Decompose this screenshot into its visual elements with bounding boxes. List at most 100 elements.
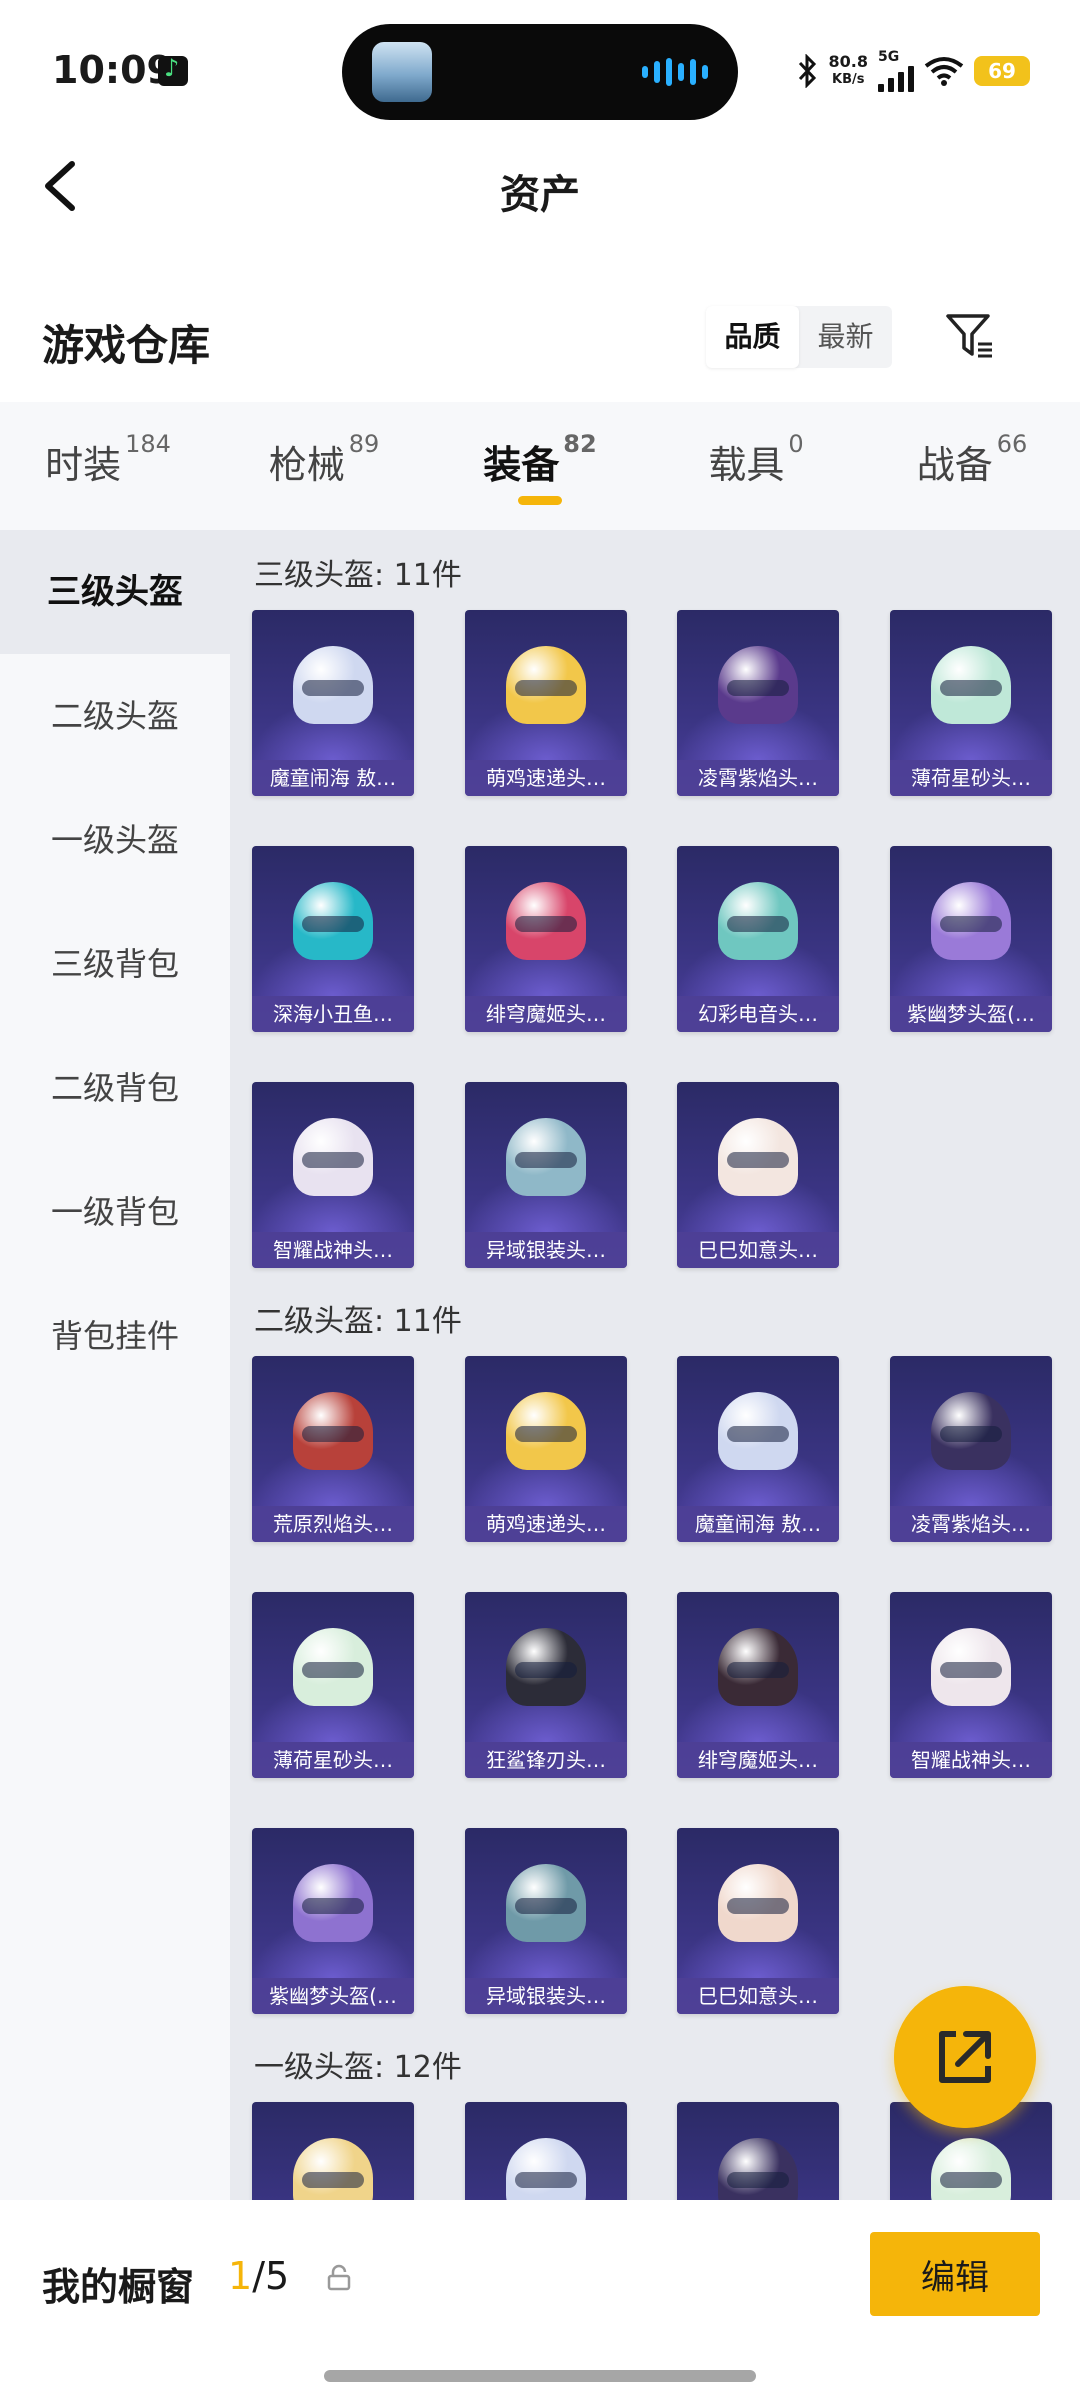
filter-icon[interactable] <box>944 310 996 362</box>
helmet-visor <box>302 916 364 932</box>
helmet-visor <box>302 1662 364 1678</box>
item-name: 巳巳如意头… <box>677 1978 839 2014</box>
item-card[interactable] <box>677 2102 839 2200</box>
item-name: 绯穹魔姬头… <box>677 1742 839 1778</box>
helmet-visor <box>515 1662 577 1678</box>
helmet-visor <box>727 1898 789 1914</box>
item-grid: 三级头盔: 11件 二级头盔: 11件 一级头盔: 12件 魔童闹海 敖… 萌鸡速… <box>230 530 1080 2200</box>
helmet-visor <box>940 2172 1002 2188</box>
helmet-icon <box>931 2138 1011 2200</box>
tab-equipment[interactable]: 装备 82 <box>432 402 648 530</box>
dynamic-island[interactable] <box>342 24 738 120</box>
helmet-visor <box>515 1426 577 1442</box>
lock-icon <box>327 2264 351 2291</box>
sort-toggle: 品质 最新 <box>706 306 892 368</box>
helmet-visor <box>727 916 789 932</box>
item-card[interactable]: 萌鸡速递头… <box>465 1356 627 1542</box>
tab-supplies[interactable]: 战备 66 <box>864 402 1080 530</box>
tab-weapons[interactable]: 枪械 89 <box>216 402 432 530</box>
helmet-visor <box>727 1426 789 1442</box>
helmet-icon <box>718 2138 798 2200</box>
showcase-count: 1/5 <box>228 2254 290 2298</box>
helmet-visor <box>515 1152 577 1168</box>
item-card[interactable] <box>252 2102 414 2200</box>
edit-button[interactable]: 编辑 <box>870 2232 1040 2316</box>
sidebar-item-level1-helmet[interactable]: 一级头盔 <box>0 778 230 902</box>
section-title: 二级头盔: 11件 <box>254 1304 462 1339</box>
item-name: 魔童闹海 敖… <box>677 1506 839 1542</box>
helmet-icon <box>293 2138 373 2200</box>
item-name: 萌鸡速递头… <box>465 1506 627 1542</box>
item-card[interactable] <box>465 2102 627 2200</box>
item-card[interactable]: 荒原烈焰头… <box>252 1356 414 1542</box>
item-name: 紫幽梦头盔(… <box>890 996 1052 1032</box>
sort-quality-button[interactable]: 品质 <box>706 306 799 368</box>
item-name: 异域银装头… <box>465 1232 627 1268</box>
sidebar-item-level3-backpack[interactable]: 三级背包 <box>0 902 230 1026</box>
item-card[interactable]: 巳巳如意头… <box>677 1828 839 2014</box>
helmet-visor <box>302 1898 364 1914</box>
helmet-visor <box>302 1152 364 1168</box>
item-name: 幻彩电音头… <box>677 996 839 1032</box>
sidebar-item-backpack-charm[interactable]: 背包挂件 <box>0 1274 230 1398</box>
helmet-visor <box>727 1152 789 1168</box>
item-card[interactable]: 魔童闹海 敖… <box>677 1356 839 1542</box>
status-icons: 80.8 KB/s 5G 69 <box>797 50 1030 92</box>
item-name: 魔童闹海 敖… <box>252 760 414 796</box>
item-card[interactable]: 深海小丑鱼… <box>252 846 414 1032</box>
item-card[interactable]: 魔童闹海 敖… <box>252 610 414 796</box>
item-card[interactable]: 巳巳如意头… <box>677 1082 839 1268</box>
sidebar-item-level1-backpack[interactable]: 一级背包 <box>0 1150 230 1274</box>
item-card[interactable]: 紫幽梦头盔(… <box>252 1828 414 2014</box>
item-name: 萌鸡速递头… <box>465 760 627 796</box>
tab-fashion[interactable]: 时装 184 <box>0 402 216 530</box>
helmet-visor <box>302 680 364 696</box>
item-card[interactable]: 绯穹魔姬头… <box>677 1592 839 1778</box>
sort-newest-button[interactable]: 最新 <box>799 306 892 368</box>
item-card[interactable]: 狂鲨锋刃头… <box>465 1592 627 1778</box>
item-card[interactable]: 智耀战神头… <box>252 1082 414 1268</box>
sidebar-item-level3-helmet[interactable]: 三级头盔 <box>0 530 230 654</box>
item-card[interactable]: 薄荷星砂头… <box>890 610 1052 796</box>
wifi-icon <box>924 57 964 86</box>
showcase-label: 我的橱窗 <box>42 2265 195 2309</box>
sidebar: 三级头盔 二级头盔 一级头盔 三级背包 二级背包 一级背包 背包挂件 <box>0 530 230 2200</box>
item-card[interactable]: 薄荷星砂头… <box>252 1592 414 1778</box>
signal-icon <box>878 64 914 92</box>
item-card[interactable]: 凌霄紫焰头… <box>890 1356 1052 1542</box>
item-name: 狂鲨锋刃头… <box>465 1742 627 1778</box>
helmet-visor <box>515 916 577 932</box>
helmet-visor <box>515 1898 577 1914</box>
share-export-button[interactable] <box>894 1986 1036 2128</box>
item-card[interactable]: 幻彩电音头… <box>677 846 839 1032</box>
audio-wave-icon <box>642 58 708 86</box>
item-name: 凌霄紫焰头… <box>890 1506 1052 1542</box>
battery-indicator: 69 <box>974 56 1030 86</box>
section-title: 三级头盔: 11件 <box>254 558 462 593</box>
item-name: 智耀战神头… <box>890 1742 1052 1778</box>
item-card[interactable]: 智耀战神头… <box>890 1592 1052 1778</box>
category-tabs: 时装 184 枪械 89 装备 82 载具 0 战备 66 <box>0 402 1080 530</box>
helmet-visor <box>302 2172 364 2188</box>
tab-vehicles[interactable]: 载具 0 <box>648 402 864 530</box>
item-card[interactable]: 异域银装头… <box>465 1082 627 1268</box>
helmet-visor <box>302 1426 364 1442</box>
sidebar-item-level2-backpack[interactable]: 二级背包 <box>0 1026 230 1150</box>
media-thumbnail <box>372 42 432 102</box>
item-card[interactable]: 异域银装头… <box>465 1828 627 2014</box>
section-title: 一级头盔: 12件 <box>254 2050 462 2085</box>
music-app-icon <box>158 54 188 86</box>
bottom-bar: 我的橱窗 1/5 编辑 <box>0 2200 1080 2400</box>
item-card[interactable]: 萌鸡速递头… <box>465 610 627 796</box>
item-name: 深海小丑鱼… <box>252 996 414 1032</box>
item-name: 异域银装头… <box>465 1978 627 2014</box>
item-name: 巳巳如意头… <box>677 1232 839 1268</box>
helmet-visor <box>727 2172 789 2188</box>
item-card[interactable]: 凌霄紫焰头… <box>677 610 839 796</box>
page-title: 资产 <box>500 172 580 218</box>
item-card[interactable]: 紫幽梦头盔(… <box>890 846 1052 1032</box>
item-card[interactable]: 绯穹魔姬头… <box>465 846 627 1032</box>
sidebar-item-level2-helmet[interactable]: 二级头盔 <box>0 654 230 778</box>
warehouse-title: 游戏仓库 <box>42 321 211 370</box>
home-indicator[interactable] <box>324 2370 756 2382</box>
